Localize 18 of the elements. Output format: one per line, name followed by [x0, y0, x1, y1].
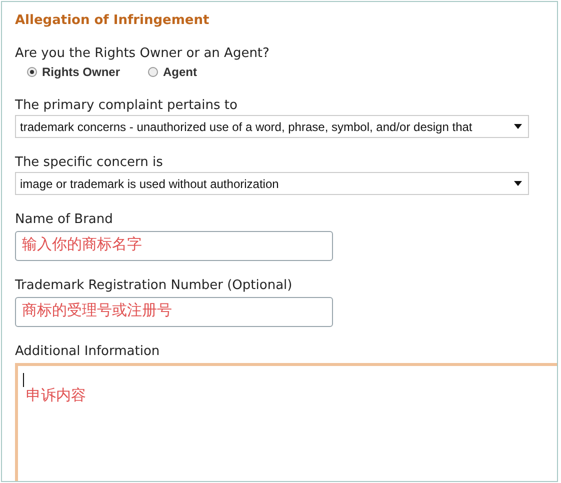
caret-icon — [514, 124, 522, 129]
input-field[interactable]: 输入你的商标名字 — [15, 231, 333, 261]
dropdown[interactable]: image or trademark is used without authorization — [15, 172, 529, 195]
radio-option[interactable]: Agent — [148, 65, 198, 79]
radio-icon[interactable] — [27, 67, 37, 77]
dropdown[interactable]: trademark concerns - unauthorized use of a word, phrase, symbol, and/or design that — [15, 115, 529, 138]
input-field[interactable]: 商标的受理号或注册号 — [15, 297, 333, 327]
text-area[interactable]: 申诉内容 — [15, 363, 557, 481]
question-label: Are you the Rights Owner or an Agent? — [15, 46, 270, 63]
radio-option[interactable]: Rights Owner — [27, 65, 120, 79]
field-label: Additional Information — [15, 344, 161, 361]
field-label: Name of Brand — [15, 212, 114, 229]
section-title: Allegation of Infringement — [15, 13, 210, 30]
field-label: Trademark Registration Number (Optional) — [15, 278, 294, 295]
field-label: The specific concern is — [15, 155, 164, 172]
field-label: The primary complaint pertains to — [15, 98, 238, 115]
radio-icon[interactable] — [148, 67, 158, 77]
caret-icon — [514, 181, 522, 186]
